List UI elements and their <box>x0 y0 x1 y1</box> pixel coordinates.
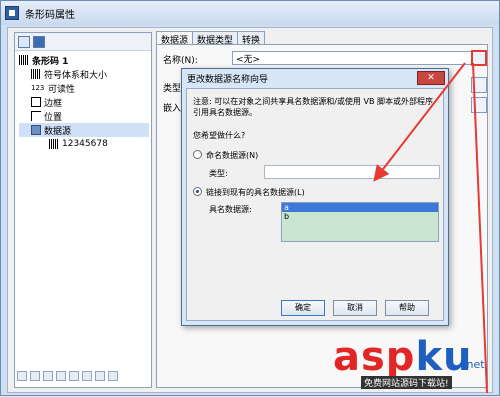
watermark-asp: asp <box>333 334 416 380</box>
watermark-logo: aspku <box>333 334 473 380</box>
window: 条形码属性 条形码 1 符号体系和大小 123 可读性 边框 位置 数据源 12… <box>0 0 500 396</box>
arrow-to-list <box>373 62 466 182</box>
watermark-net: .net <box>463 358 485 371</box>
watermark-ku: ku <box>415 334 473 380</box>
watermark-subtitle: 免费网站源码下载站! <box>361 376 452 389</box>
arrow-line <box>472 62 488 394</box>
